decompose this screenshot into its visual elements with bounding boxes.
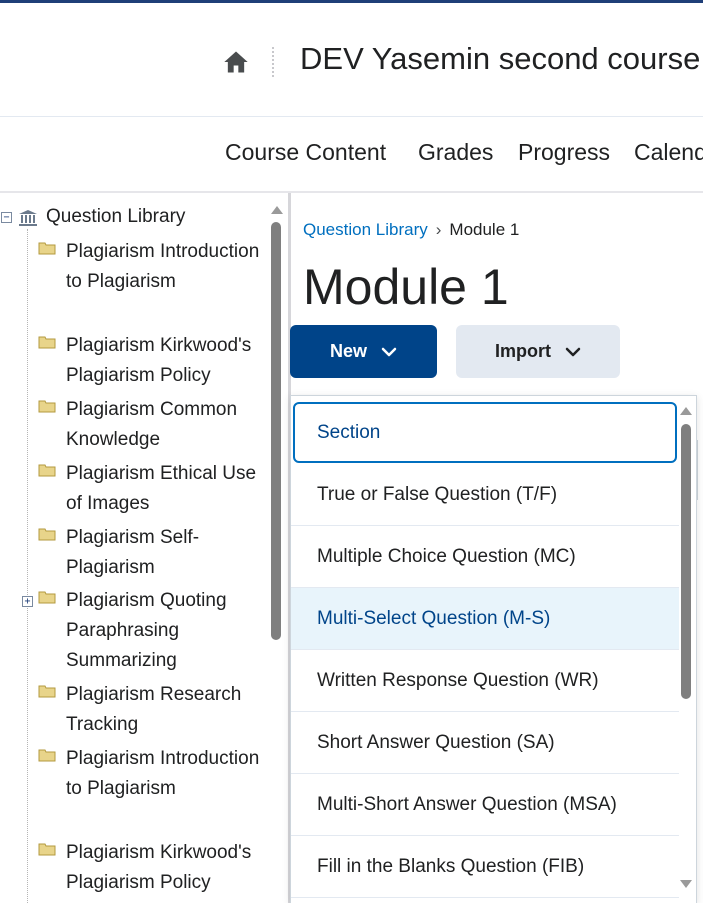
nav-calendar[interactable]: Calendar (634, 139, 703, 166)
tree-folder-item[interactable]: Plagiarism Self-Plagiarism (36, 523, 272, 583)
menu-item-short-answer[interactable]: Short Answer Question (SA) (291, 712, 679, 774)
tree-item-label: Plagiarism Ethical Use of Images (66, 463, 257, 514)
new-button-label: New (329, 341, 367, 361)
menu-item-fill-in-the-blanks[interactable]: Fill in the Blanks Question (FIB) (291, 836, 679, 898)
tree-item-label: Plagiarism Introduction to Plagiarism (66, 748, 260, 799)
folder-icon (38, 242, 56, 255)
folder-icon (38, 464, 56, 477)
folder-icon (38, 685, 56, 698)
tree-folder-item[interactable]: Plagiarism Introduction to Plagiarism (36, 237, 272, 297)
menu-scroll-up-arrow-icon[interactable] (680, 407, 692, 415)
page-title: Module 1 (303, 259, 509, 315)
folder-icon (38, 400, 56, 413)
tree-item-label: Plagiarism Kirkwood's Plagiarism Policy (66, 335, 252, 386)
menu-item-written-response[interactable]: Written Response Question (WR) (291, 650, 679, 712)
expand-toggle-icon[interactable]: + (22, 596, 33, 607)
nav-grades[interactable]: Grades (418, 139, 493, 166)
tree-item-label: Plagiarism Research Tracking (66, 684, 242, 735)
menu-item-multiple-choice[interactable]: Multiple Choice Question (MC) (291, 526, 679, 588)
menu-item-section[interactable]: Section (293, 402, 677, 463)
import-button[interactable]: Import (456, 325, 620, 378)
tree-item-label: Plagiarism Self-Plagiarism (66, 527, 200, 578)
tree-folder-item[interactable]: Plagiarism Ethical Use of Images (36, 459, 272, 519)
header-separator (272, 47, 274, 77)
course-navbar: Course Content Grades Progress Calendar (0, 117, 703, 191)
library-icon (19, 210, 37, 226)
background-panel-edge (697, 440, 703, 500)
folder-icon (38, 336, 56, 349)
tree-item-label: Plagiarism Quoting Paraphrasing Summariz… (66, 590, 227, 671)
course-header: DEV Yasemin second course (0, 3, 703, 116)
home-icon[interactable] (222, 48, 250, 76)
tree-scrollbar-thumb[interactable] (271, 222, 281, 640)
breadcrumb-link-question-library[interactable]: Question Library (303, 220, 428, 239)
tree-item-label: Plagiarism Kirkwood's Plagiarism Policy (66, 842, 252, 893)
new-question-dropdown-menu: Section True or False Question (T/F) Mul… (290, 395, 697, 903)
menu-item-multi-short-answer[interactable]: Multi-Short Answer Question (MSA) (291, 774, 679, 836)
folder-icon (38, 843, 56, 856)
tree-folder-item[interactable]: Plagiarism Quoting Paraphrasing Summariz… (36, 586, 272, 676)
nav-progress[interactable]: Progress (518, 139, 610, 166)
import-button-label: Import (495, 341, 551, 361)
menu-item-multi-select[interactable]: Multi-Select Question (M-S) (291, 588, 679, 650)
breadcrumb: Question Library › Module 1 (303, 220, 519, 240)
folder-icon (38, 749, 56, 762)
chevron-down-icon (381, 347, 397, 356)
tree-root-label: Question Library (46, 206, 186, 227)
tree-item-label: Plagiarism Common Knowledge (66, 399, 238, 450)
collapse-toggle-icon[interactable]: − (1, 212, 12, 223)
tree-guide-line (27, 229, 28, 903)
menu-scrollbar-thumb[interactable] (681, 424, 691, 699)
course-title: DEV Yasemin second course (300, 41, 701, 76)
tree-folder-item[interactable]: Plagiarism Kirkwood's Plagiarism Policy (36, 838, 272, 898)
question-library-tree: − Question Library Plagiarism Introducti… (0, 199, 288, 903)
tree-folder-item[interactable]: Plagiarism Introduction to Plagiarism (36, 744, 272, 804)
folder-icon (38, 528, 56, 541)
tree-item-label: Plagiarism Introduction to Plagiarism (66, 241, 260, 292)
menu-scroll-down-arrow-icon[interactable] (680, 880, 692, 888)
tree-scroll-up-arrow-icon[interactable] (271, 206, 283, 214)
breadcrumb-separator: › (435, 220, 442, 239)
breadcrumb-current: Module 1 (449, 220, 520, 239)
menu-item-true-false[interactable]: True or False Question (T/F) (291, 464, 679, 526)
tree-folder-item[interactable]: Plagiarism Common Knowledge (36, 395, 272, 455)
folder-icon (38, 591, 56, 604)
tree-folder-item[interactable]: Plagiarism Kirkwood's Plagiarism Policy (36, 331, 272, 391)
nav-divider (0, 191, 703, 193)
tree-folder-item[interactable]: Plagiarism Research Tracking (36, 680, 272, 740)
chevron-down-icon (565, 347, 581, 356)
new-button[interactable]: New (290, 325, 437, 378)
nav-course-content[interactable]: Course Content (225, 139, 386, 166)
